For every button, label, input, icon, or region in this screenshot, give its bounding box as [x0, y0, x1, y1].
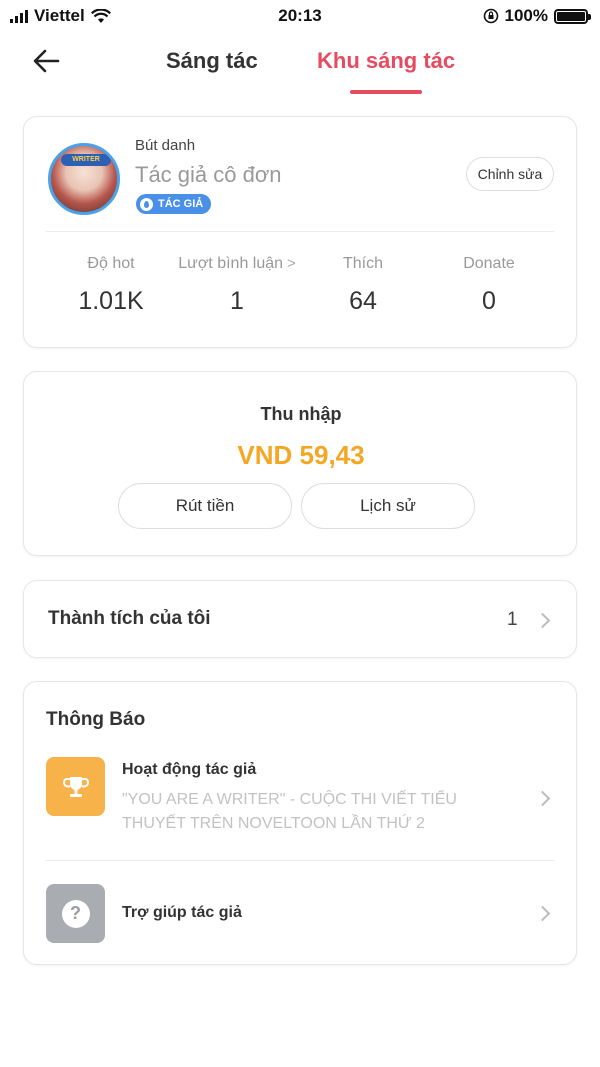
- edit-button[interactable]: Chỉnh sửa: [466, 157, 554, 191]
- notice-item-title: Trợ giúp tác giả: [122, 904, 242, 921]
- profile-card: WRITER Bút danh Tác giả cô đơn TÁC GIẢ C…: [23, 116, 577, 348]
- notices-title: Thông Báo: [46, 709, 146, 730]
- stat-value: 1: [230, 287, 244, 315]
- stat-value: 1.01K: [78, 287, 144, 315]
- stat-label-wrap: Lượt bình luận >: [174, 255, 300, 281]
- top-nav: Sáng tác Khu sáng tác: [0, 32, 600, 96]
- stat-label: Thích: [342, 255, 383, 272]
- achievements-count: 1: [507, 609, 518, 630]
- tab-sang-tac[interactable]: Sáng tác: [166, 48, 258, 74]
- stat-value: 64: [349, 287, 377, 315]
- stats-row: Độ hot 1.01K Lượt bình luận > 1 Thích 64 …: [24, 255, 578, 316]
- chevron-right-icon: >: [287, 255, 296, 272]
- help-icon: ?: [46, 884, 105, 943]
- pen-name-label: Bút danh: [135, 137, 196, 154]
- stat-hot: Độ hot 1.01K: [48, 255, 174, 316]
- battery-percent: 100%: [504, 6, 548, 25]
- author-badge: TÁC GIẢ: [136, 194, 212, 214]
- trophy-icon: [46, 757, 105, 816]
- active-tab-indicator: [350, 90, 422, 94]
- stat-label: Lượt bình luận: [178, 255, 284, 272]
- status-bar: Viettel 20:13 100%: [0, 0, 600, 32]
- status-right: 100%: [483, 6, 591, 26]
- battery-icon: [554, 8, 591, 24]
- chevron-right-icon: [534, 905, 551, 922]
- income-amount: VND 59,43: [237, 440, 365, 470]
- tab-khu-sang-tac[interactable]: Khu sáng tác: [317, 48, 455, 74]
- chevron-right-icon: [534, 790, 551, 807]
- notice-divider: [46, 860, 554, 861]
- income-title: Thu nhập: [260, 404, 342, 424]
- notice-item-title: Hoạt động tác giả: [122, 761, 257, 778]
- battery-fill: [557, 11, 585, 21]
- back-arrow-icon[interactable]: [30, 44, 64, 78]
- avatar-writer-label: WRITER: [61, 154, 111, 166]
- badge-icon: [140, 197, 153, 211]
- stat-comments[interactable]: Lượt bình luận > 1: [174, 255, 300, 316]
- question-mark-icon: ?: [61, 899, 90, 928]
- stat-likes: Thích 64: [300, 255, 426, 316]
- achievements-row[interactable]: Thành tích của tôi 1: [23, 580, 577, 658]
- notices-card: Thông Báo Hoạt động tác giả "YOU ARE A W…: [23, 681, 577, 965]
- pen-name: Tác giả cô đơn: [135, 162, 282, 187]
- wifi-icon: [90, 8, 111, 23]
- signal-icon: [10, 9, 28, 23]
- stat-label: Donate: [463, 255, 515, 272]
- stat-value: 0: [482, 287, 496, 315]
- avatar[interactable]: WRITER: [48, 143, 120, 215]
- author-badge-label: TÁC GIẢ: [158, 198, 204, 210]
- stat-label: Độ hot: [87, 255, 135, 272]
- carrier-name: Viettel: [34, 6, 85, 25]
- status-left: Viettel: [10, 6, 111, 26]
- history-button[interactable]: Lịch sử: [301, 483, 475, 529]
- withdraw-button[interactable]: Rút tiền: [118, 483, 292, 529]
- achievements-label: Thành tích của tôi: [48, 608, 211, 629]
- profile-divider: [46, 231, 554, 232]
- notice-item-description: "YOU ARE A WRITER" - CUỘC THI VIẾT TIỂU …: [122, 791, 457, 832]
- orientation-lock-icon: [483, 8, 498, 24]
- chevron-right-icon: [534, 612, 551, 629]
- trophy-glyph: [62, 776, 89, 797]
- stat-donate: Donate 0: [426, 255, 552, 316]
- income-card: Thu nhập VND 59,43 Rút tiền Lịch sử: [23, 371, 577, 556]
